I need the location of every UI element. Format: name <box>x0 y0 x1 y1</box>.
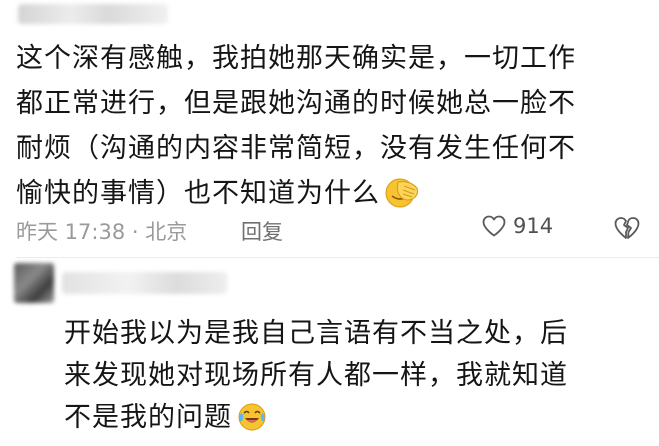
comment-text: 这个深有感触，我拍她那天确实是，一切工作 都正常进行，但是跟她沟通的时候她总一脸… <box>16 36 646 224</box>
reply-line: 不是我的问题 <box>64 402 232 433</box>
dislike-button[interactable] <box>613 215 641 246</box>
comment-line: 都正常进行，但是跟她沟通的时候她总一脸不 <box>16 88 576 119</box>
comment-divider <box>16 257 659 258</box>
reply-button[interactable]: 回复 <box>241 216 283 246</box>
reply-line: 来发现她对现场所有人都一样，我就知道 <box>64 360 568 391</box>
reply-line: 开始我以为是我自己言语有不当之处，后 <box>64 318 568 349</box>
comment-timestamp-location: 昨天 17:38 · 北京 <box>16 220 188 244</box>
broken-heart-icon <box>613 217 641 246</box>
reply-last-line: 不是我的问题 <box>64 397 654 446</box>
reply-avatar-blurred[interactable] <box>14 263 54 303</box>
commenter-username-blurred[interactable] <box>18 4 168 24</box>
like-button[interactable]: 914 <box>481 214 553 238</box>
heart-outline-icon <box>481 214 507 238</box>
comment-meta-row: 昨天 17:38 · 北京 回复 914 <box>16 214 644 246</box>
comment-line: 耐烦（沟通的内容非常简短，没有发生任何不 <box>16 133 576 164</box>
like-count: 914 <box>513 214 554 238</box>
crying-laughing-emoji-icon <box>236 401 268 446</box>
comment-line: 这个深有感触，我拍她那天确实是，一切工作 <box>16 43 576 74</box>
reply-username-blurred[interactable] <box>62 272 227 294</box>
reply-text: 开始我以为是我自己言语有不当之处，后 来发现她对现场所有人都一样，我就知道 不是… <box>64 313 654 446</box>
comment-line: 愉快的事情）也不知道为什么 <box>16 178 380 209</box>
